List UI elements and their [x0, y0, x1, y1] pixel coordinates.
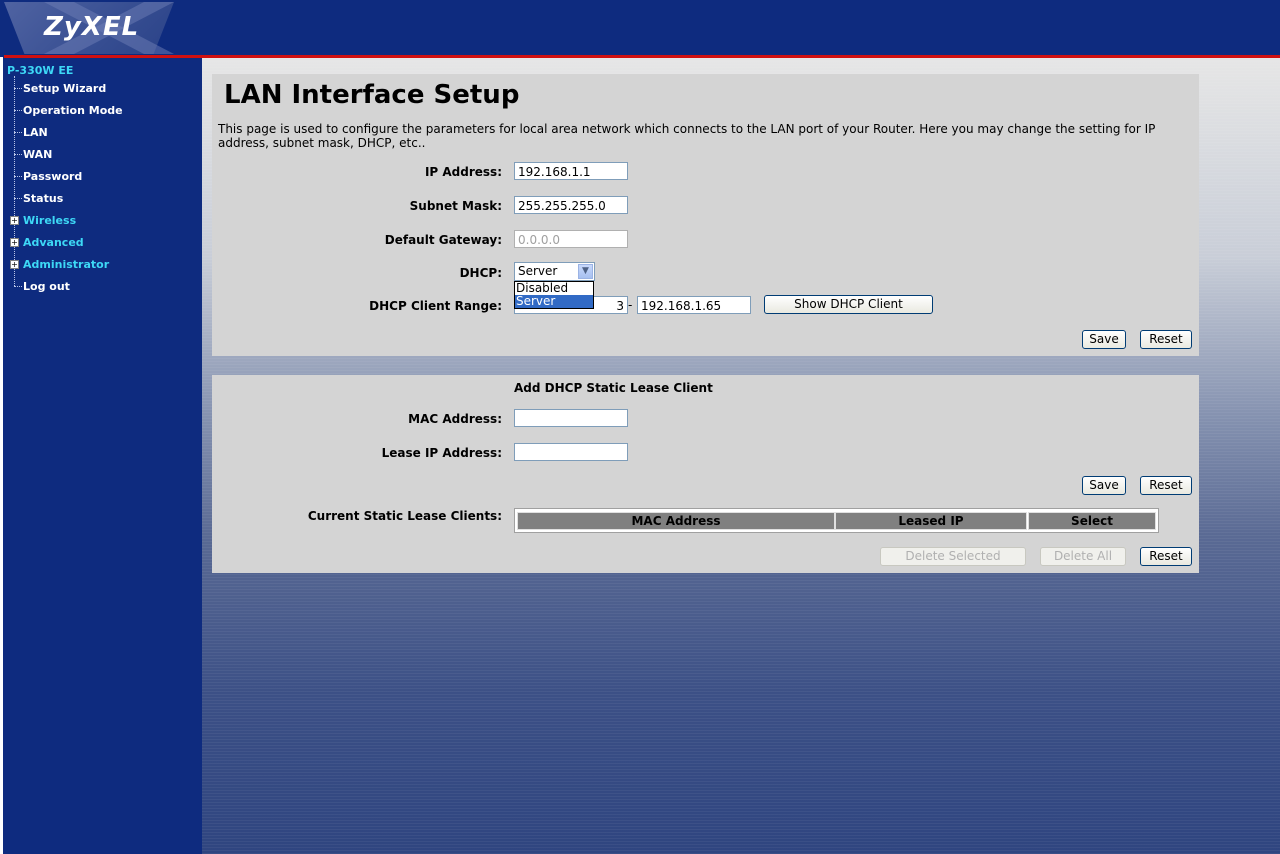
current-clients-label: Current Static Lease Clients:	[307, 509, 502, 523]
tree-connector	[14, 176, 22, 178]
tree-connector	[14, 154, 22, 156]
tree-line	[14, 76, 16, 286]
sidebar-nav: P-330W EE Setup Wizard Operation Mode LA…	[3, 58, 202, 854]
table-header-mac: MAC Address	[517, 512, 835, 530]
dhcp-dropdown-list[interactable]: Disabled Server	[514, 281, 594, 309]
delete-all-button[interactable]: Delete All	[1040, 547, 1126, 566]
static-save-button[interactable]: Save	[1082, 476, 1126, 495]
sidebar-item-setup-wizard[interactable]: Setup Wizard	[23, 82, 106, 95]
sidebar-item-advanced[interactable]: Advanced	[23, 236, 84, 249]
subnet-mask-input[interactable]: 255.255.255.0	[514, 196, 628, 214]
page-title: LAN Interface Setup	[224, 80, 520, 110]
default-gateway-input[interactable]: 0.0.0.0	[514, 230, 628, 248]
sidebar-item-operation-mode[interactable]: Operation Mode	[23, 104, 123, 117]
static-lease-panel: Add DHCP Static Lease Client MAC Address…	[212, 375, 1199, 573]
dhcp-label: DHCP:	[459, 266, 502, 280]
show-dhcp-client-button[interactable]: Show DHCP Client	[764, 295, 933, 314]
sidebar-item-wan[interactable]: WAN	[23, 148, 52, 161]
dhcp-option-server[interactable]: Server	[515, 295, 593, 308]
tree-connector	[14, 132, 22, 134]
dhcp-select[interactable]: Server ▼	[514, 262, 595, 281]
header-banner: ZyXEL	[0, 0, 1280, 58]
sidebar-item-wireless[interactable]: Wireless	[23, 214, 76, 227]
range-separator: -	[628, 298, 633, 312]
tree-connector	[14, 286, 22, 288]
content-area: LAN Interface Setup This page is used to…	[202, 58, 1280, 854]
mac-address-label: MAC Address:	[408, 412, 502, 426]
dhcp-selected-value: Server	[518, 264, 558, 278]
device-name[interactable]: P-330W EE	[7, 64, 73, 77]
ip-address-label: IP Address:	[424, 165, 502, 179]
mac-address-input[interactable]	[514, 409, 628, 427]
sidebar-item-lan[interactable]: LAN	[23, 126, 48, 139]
chevron-down-icon[interactable]: ▼	[578, 264, 593, 279]
sidebar-item-password[interactable]: Password	[23, 170, 82, 183]
static-lease-title: Add DHCP Static Lease Client	[514, 381, 713, 395]
save-button[interactable]: Save	[1082, 330, 1126, 349]
page-description: This page is used to configure the param…	[218, 122, 1156, 150]
table-header-leased-ip: Leased IP	[835, 512, 1027, 530]
tree-connector	[14, 198, 22, 200]
tree-connector	[14, 110, 22, 112]
subnet-mask-label: Subnet Mask:	[409, 199, 502, 213]
lease-ip-input[interactable]	[514, 443, 628, 461]
lan-settings-panel: LAN Interface Setup This page is used to…	[212, 74, 1199, 356]
expand-plus-icon[interactable]: +	[10, 238, 19, 247]
sidebar-item-status[interactable]: Status	[23, 192, 63, 205]
static-lease-table: MAC Address Leased IP Select	[514, 508, 1159, 533]
default-gateway-label: Default Gateway:	[384, 233, 502, 247]
sidebar-item-administrator[interactable]: Administrator	[23, 258, 109, 271]
dhcp-range-end-input[interactable]: 192.168.1.65	[637, 296, 751, 314]
zyxel-logo: ZyXEL	[44, 12, 140, 42]
expand-plus-icon[interactable]: +	[10, 260, 19, 269]
sidebar-item-logout[interactable]: Log out	[23, 280, 70, 293]
expand-plus-icon[interactable]: +	[10, 216, 19, 225]
reset-button[interactable]: Reset	[1140, 330, 1192, 349]
static-reset-button[interactable]: Reset	[1140, 476, 1192, 495]
tree-connector	[14, 88, 22, 90]
ip-address-input[interactable]: 192.168.1.1	[514, 162, 628, 180]
dhcp-range-label: DHCP Client Range:	[369, 299, 502, 313]
lease-ip-label: Lease IP Address:	[381, 446, 502, 460]
table-header-select: Select	[1028, 512, 1156, 530]
delete-selected-button[interactable]: Delete Selected	[880, 547, 1026, 566]
table-reset-button[interactable]: Reset	[1140, 547, 1192, 566]
